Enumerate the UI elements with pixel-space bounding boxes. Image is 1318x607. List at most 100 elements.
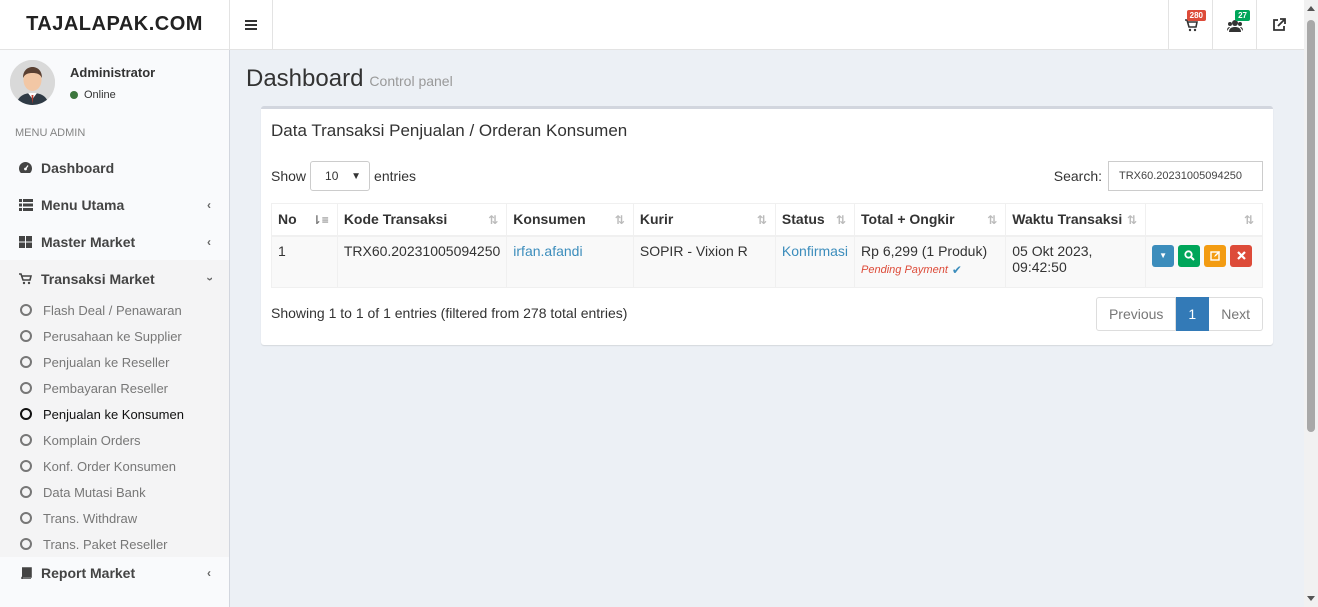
page-subtitle: Control panel — [369, 73, 453, 89]
sidebar-item-report-market[interactable]: Report Market ‹ — [0, 557, 229, 589]
search-icon — [1183, 250, 1195, 261]
column-header-actions[interactable]: ⇅ — [1145, 203, 1263, 237]
total-value: Rp 6,299 (1 Produk) — [861, 242, 988, 259]
next-page-button[interactable]: Next — [1209, 297, 1263, 331]
user-name: Administrator — [70, 65, 156, 80]
scroll-up-arrow-icon[interactable] — [1307, 6, 1315, 11]
scroll-thumb[interactable] — [1307, 20, 1315, 432]
sort-icon: ⇅ — [756, 213, 767, 227]
book-icon — [18, 567, 33, 579]
sort-icon: ⇅ — [488, 213, 499, 227]
sort-icon: ⇅ — [614, 213, 625, 227]
user-status-label: Online — [84, 89, 116, 101]
transactions-box: Data Transaksi Penjualan / Orderan Konsu… — [261, 106, 1273, 345]
sort-icon: ⇅ — [835, 213, 847, 227]
edit-button[interactable] — [1204, 244, 1227, 267]
column-header-kurir[interactable]: Kurir ⇅ — [632, 203, 776, 237]
cell-waktu: 05 Okt 2023, 09:42:50 — [1005, 235, 1147, 288]
sidebar-item-label: Report Market — [41, 565, 136, 581]
sort-icon: ⇅ — [1127, 213, 1138, 227]
search-label: Search: — [1053, 168, 1102, 184]
chevron-down-icon: ▼ — [351, 170, 362, 182]
submenu-item-label: Pembayaran Reseller — [43, 380, 169, 396]
circle-icon — [20, 538, 32, 550]
submenu-item[interactable]: Flash Deal / Penawaran — [0, 297, 229, 323]
edit-icon — [1209, 251, 1220, 261]
pending-label: Pending Payment — [861, 263, 948, 276]
submenu-item-active[interactable]: Penjualan ke Konsumen — [0, 401, 229, 427]
cell-total: Rp 6,299 (1 Produk) Pending Payment ✔ — [854, 235, 1007, 288]
column-header-total[interactable]: Total + Ongkir ⇅ — [854, 203, 1007, 237]
chevron-left-icon: ‹ — [207, 234, 211, 249]
avatar — [10, 60, 55, 105]
menu-header: MENU ADMIN — [15, 127, 86, 139]
submenu-item[interactable]: Data Mutasi Bank — [0, 479, 229, 505]
list-icon — [18, 198, 33, 211]
sidebar-item-master-market[interactable]: Master Market ‹ — [0, 223, 229, 260]
site-logo[interactable]: TAJALAPAK.COM — [0, 0, 230, 50]
external-link-button[interactable] — [1256, 0, 1300, 50]
submenu-item-label: Trans. Paket Reseller — [43, 536, 168, 552]
entries-select[interactable]: 10 ▼ — [310, 161, 371, 191]
submenu-item-label: Perusahaan ke Supplier — [43, 328, 182, 344]
caret-down-icon: ▼ — [1159, 251, 1168, 260]
konsumen-link[interactable]: irfan.afandi — [513, 243, 582, 259]
cart-nav-button[interactable]: 280 — [1168, 0, 1212, 50]
circle-icon — [20, 356, 32, 368]
submenu-item[interactable]: Komplain Orders — [0, 427, 229, 453]
vertical-scrollbar[interactable] — [1304, 0, 1318, 607]
table-info: Showing 1 to 1 of 1 entries (filtered fr… — [271, 305, 628, 321]
submenu-item-label: Trans. Withdraw — [43, 510, 138, 526]
view-button[interactable] — [1178, 244, 1201, 267]
users-count-badge: 27 — [1235, 10, 1250, 21]
column-header-no[interactable]: No ⇂≡ — [271, 203, 338, 237]
column-header-konsumen[interactable]: Konsumen ⇅ — [506, 203, 634, 237]
dashboard-icon — [18, 161, 33, 174]
submenu-item[interactable]: Pembayaran Reseller — [0, 375, 229, 401]
cart-count-badge: 280 — [1186, 10, 1206, 21]
submenu-item[interactable]: Trans. Paket Reseller — [0, 531, 229, 557]
column-header-waktu[interactable]: Waktu Transaksi ⇅ — [1005, 203, 1147, 237]
scroll-down-arrow-icon[interactable] — [1307, 596, 1315, 601]
column-header-status[interactable]: Status ⇅ — [774, 203, 856, 237]
table-header-row: No ⇂≡ Kode Transaksi ⇅ Konsumen ⇅ Kurir ⇅ St… — [271, 203, 1263, 237]
sidebar-toggle-button[interactable] — [230, 0, 273, 50]
submenu-item-label: Penjualan ke Reseller — [43, 354, 170, 370]
dropdown-button[interactable]: ▼ — [1152, 244, 1175, 267]
submenu-item-label: Data Mutasi Bank — [43, 484, 146, 500]
sidebar-item-dashboard[interactable]: Dashboard — [0, 149, 229, 186]
delete-button[interactable] — [1230, 244, 1253, 267]
sidebar-item-menu-utama[interactable]: Menu Utama ‹ — [0, 186, 229, 223]
sort-icon: ⇅ — [1243, 213, 1254, 227]
transactions-table: No ⇂≡ Kode Transaksi ⇅ Konsumen ⇅ Kurir ⇅ St… — [271, 203, 1263, 288]
submenu-item[interactable]: Perusahaan ke Supplier — [0, 323, 229, 349]
page-title-text: Dashboard — [246, 65, 364, 92]
sidebar-menu: Dashboard Menu Utama ‹ Master Market ‹ T… — [0, 149, 229, 589]
status-link[interactable]: Konfirmasi — [782, 243, 848, 259]
sidebar-item-transaksi-market[interactable]: Transaksi Market ‹ — [0, 260, 229, 297]
cell-no: 1 — [271, 235, 338, 288]
page-1-button[interactable]: 1 — [1176, 297, 1210, 331]
cell-konsumen: irfan.afandi — [506, 235, 634, 288]
page-title: Dashboard Control panel — [246, 65, 453, 93]
column-header-kode[interactable]: Kode Transaksi ⇅ — [336, 203, 508, 237]
circle-icon — [20, 382, 32, 394]
external-link-icon — [1272, 18, 1286, 31]
submenu-item[interactable]: Trans. Withdraw — [0, 505, 229, 531]
circle-icon — [20, 304, 32, 316]
column-label: No — [278, 211, 297, 228]
top-navbar: 280 27 — [230, 0, 1304, 50]
submenu-item[interactable]: Konf. Order Konsumen — [0, 453, 229, 479]
entries-label: entries — [374, 168, 417, 184]
submenu-item-label: Konf. Order Konsumen — [43, 458, 176, 474]
column-label: Kode Transaksi — [343, 211, 448, 228]
users-nav-button[interactable]: 27 — [1212, 0, 1256, 50]
search-input[interactable]: TRX60.20231005094250 — [1108, 161, 1263, 191]
sidebar-item-label: Menu Utama — [41, 196, 125, 213]
main-content: Dashboard Control panel Data Transaksi Pe… — [231, 51, 1304, 607]
hamburger-icon — [245, 24, 257, 26]
cart-icon — [18, 272, 33, 285]
submenu-item[interactable]: Penjualan ke Reseller — [0, 349, 229, 375]
column-label: Waktu Transaksi — [1012, 211, 1123, 228]
previous-page-button[interactable]: Previous — [1095, 297, 1177, 331]
